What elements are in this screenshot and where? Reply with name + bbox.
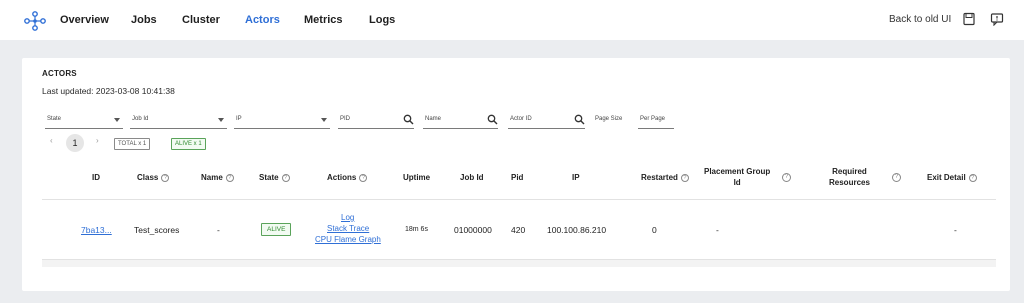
header-required-line2: Resources bbox=[829, 178, 870, 187]
feedback-icon[interactable] bbox=[990, 12, 1004, 26]
nav-cluster[interactable]: Cluster bbox=[182, 14, 220, 26]
actor-name: - bbox=[217, 225, 220, 235]
header-ip: IP bbox=[572, 173, 580, 182]
actor-uptime: 18m 6s bbox=[405, 226, 428, 233]
header-placement-line2: Id bbox=[733, 178, 741, 187]
header-name[interactable]: Name? bbox=[201, 173, 234, 182]
header-state-label: State bbox=[259, 173, 279, 182]
help-icon[interactable]: ? bbox=[892, 173, 901, 182]
header-restarted-label: Restarted bbox=[641, 173, 678, 182]
actor-placement-group: - bbox=[716, 225, 719, 235]
header-divider bbox=[42, 199, 996, 200]
header-class[interactable]: Class? bbox=[137, 173, 170, 182]
help-icon[interactable]: ? bbox=[161, 174, 170, 182]
page-size-label: Page Size bbox=[595, 116, 623, 122]
nav-actors[interactable]: Actors bbox=[245, 14, 280, 26]
help-icon[interactable]: ? bbox=[281, 174, 290, 182]
actor-class: Test_scores bbox=[134, 225, 180, 235]
search-icon bbox=[403, 114, 414, 125]
help-icon[interactable]: ? bbox=[680, 174, 689, 182]
job-id-filter[interactable]: Job Id bbox=[130, 113, 227, 129]
help-icon[interactable]: ? bbox=[225, 174, 234, 182]
header-actions[interactable]: Actions? bbox=[327, 173, 368, 182]
stack-trace-link[interactable]: Stack Trace bbox=[327, 224, 369, 233]
nav-overview[interactable]: Overview bbox=[60, 14, 109, 26]
log-link[interactable]: Log bbox=[341, 213, 354, 222]
horizontal-scrollbar[interactable] bbox=[42, 259, 996, 267]
ip-filter[interactable]: IP bbox=[234, 113, 330, 129]
header-exit-detail-label: Exit Detail bbox=[927, 173, 966, 182]
name-search-input[interactable]: Name bbox=[423, 113, 498, 129]
page-1-button[interactable]: 1 bbox=[66, 134, 84, 152]
actor-pid: 420 bbox=[511, 225, 526, 235]
header-job-id: Job Id bbox=[460, 173, 484, 182]
back-to-old-ui-link[interactable]: Back to old UI bbox=[889, 14, 951, 25]
help-icon[interactable]: ? bbox=[968, 174, 977, 182]
ip-filter-label: IP bbox=[236, 116, 242, 122]
actor-ip: 100.100.86.210 bbox=[547, 225, 607, 235]
nav-jobs[interactable]: Jobs bbox=[131, 14, 157, 26]
job-id-filter-label: Job Id bbox=[132, 116, 149, 122]
header-uptime: Uptime bbox=[403, 173, 431, 182]
header-actions-label: Actions bbox=[327, 173, 357, 182]
nav-logs[interactable]: Logs bbox=[369, 14, 395, 26]
actor-id-link[interactable]: 7ba13... bbox=[81, 225, 112, 235]
header-required-line1: Required bbox=[832, 167, 867, 176]
total-count-badge[interactable]: TOTAL x 1 bbox=[114, 138, 151, 150]
actor-restarted: 0 bbox=[652, 225, 657, 235]
help-icon[interactable]: ? bbox=[359, 174, 368, 182]
section-title: ACTORS bbox=[42, 69, 77, 78]
header-pid: Pid bbox=[511, 173, 524, 182]
header-state[interactable]: State? bbox=[259, 173, 290, 182]
per-page-label: Per Page bbox=[640, 116, 666, 122]
header-restarted[interactable]: Restarted? bbox=[641, 173, 689, 182]
chevron-down-icon bbox=[114, 118, 120, 122]
pid-search-input[interactable]: PID bbox=[338, 113, 414, 129]
search-icon bbox=[574, 114, 585, 125]
header-name-label: Name bbox=[201, 173, 223, 182]
actor-job-id: 01000000 bbox=[454, 225, 492, 235]
state-filter-label: State bbox=[47, 116, 62, 122]
next-page-button[interactable]: › bbox=[96, 136, 99, 145]
state-filter[interactable]: State bbox=[45, 113, 123, 129]
header-exit-detail[interactable]: Exit Detail? bbox=[927, 173, 977, 182]
ray-logo-icon[interactable] bbox=[24, 11, 46, 31]
help-icon[interactable]: ? bbox=[782, 173, 791, 182]
chevron-down-icon bbox=[218, 118, 224, 122]
cpu-flame-graph-link[interactable]: CPU Flame Graph bbox=[315, 235, 381, 244]
header-class-label: Class bbox=[137, 173, 159, 182]
prev-page-button[interactable]: ‹ bbox=[50, 136, 53, 145]
pid-search-label: PID bbox=[340, 116, 351, 122]
actor-exit-detail: - bbox=[954, 225, 957, 235]
chevron-down-icon bbox=[321, 118, 327, 122]
state-badge: ALIVE bbox=[261, 223, 292, 236]
last-updated-text: Last updated: 2023-03-08 10:41:38 bbox=[42, 86, 175, 96]
actor-id-search-input[interactable]: Actor ID bbox=[508, 113, 585, 129]
header-id: ID bbox=[92, 173, 100, 182]
search-icon bbox=[487, 114, 498, 125]
top-navigation: Overview Jobs Cluster Actors Metrics Log… bbox=[0, 0, 1024, 40]
header-placement-line1: Placement Group bbox=[704, 167, 771, 176]
header-required-resources: Required Resources bbox=[829, 166, 870, 188]
per-page-input[interactable]: Per Page bbox=[638, 113, 674, 129]
nav-metrics[interactable]: Metrics bbox=[304, 14, 343, 26]
actor-id-search-label: Actor ID bbox=[510, 116, 532, 122]
docs-icon[interactable] bbox=[962, 12, 976, 26]
alive-count-badge[interactable]: ALIVE x 1 bbox=[171, 138, 206, 150]
name-search-label: Name bbox=[425, 116, 442, 122]
header-placement-group-id: Placement Group Id bbox=[704, 166, 770, 188]
